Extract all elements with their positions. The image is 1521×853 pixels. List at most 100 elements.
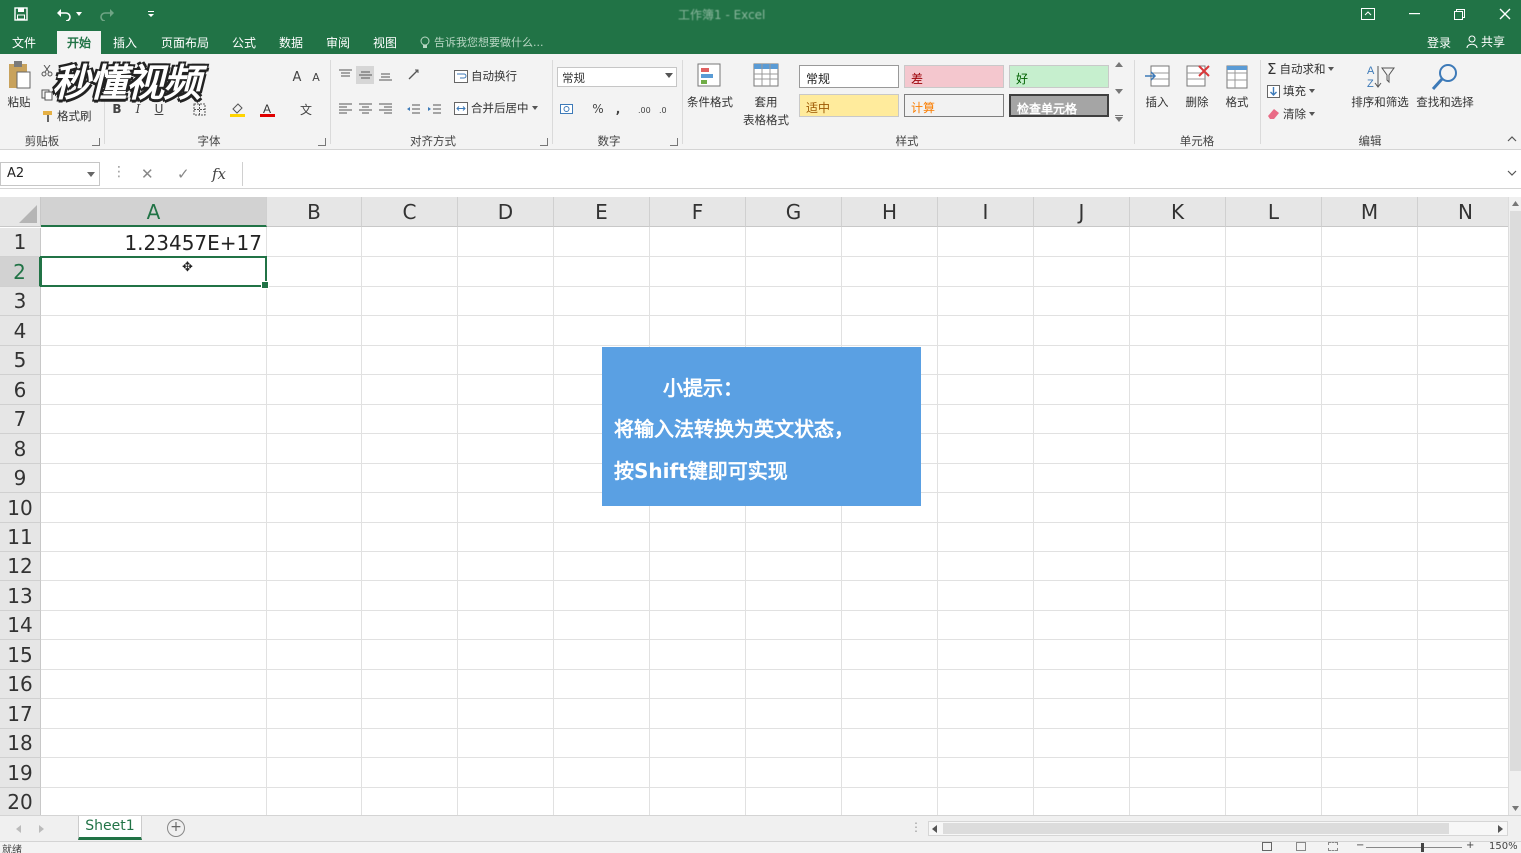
style-calculation[interactable]: 计算 — [904, 94, 1004, 117]
tab-splitter-icon[interactable]: ⋮ — [910, 820, 922, 834]
fill-button[interactable]: 填充 — [1267, 83, 1315, 99]
add-sheet-button[interactable]: + — [167, 819, 185, 837]
row-header-8[interactable]: 8 — [0, 434, 41, 464]
redo-icon[interactable] — [96, 3, 118, 25]
alignment-launcher-icon[interactable] — [540, 138, 548, 146]
tell-me-search[interactable]: 告诉我您想要做什么... — [420, 34, 544, 50]
style-check-cell[interactable]: 检查单元格 — [1009, 94, 1109, 117]
format-cells-button[interactable]: 格式 — [1217, 62, 1257, 110]
sheet-tab-sheet1[interactable]: Sheet1 — [78, 816, 142, 840]
comma-button[interactable]: , — [609, 100, 627, 118]
conditional-format-button[interactable]: 条件格式 — [684, 62, 736, 110]
normal-view-icon[interactable] — [1262, 842, 1272, 851]
zoom-slider[interactable] — [1366, 847, 1462, 848]
vertical-scroll-thumb[interactable] — [1510, 211, 1521, 771]
expand-formula-bar-icon[interactable] — [1505, 166, 1519, 180]
share-button[interactable]: 共享 — [1466, 33, 1505, 50]
align-left-icon[interactable] — [336, 100, 354, 118]
column-header-i[interactable]: I — [938, 197, 1034, 227]
row-header-14[interactable]: 14 — [0, 611, 41, 640]
zoom-slider-thumb[interactable] — [1421, 843, 1424, 852]
close-icon[interactable] — [1483, 0, 1521, 28]
horizontal-scroll-thumb[interactable] — [943, 823, 1449, 834]
align-center-icon[interactable] — [356, 100, 374, 118]
page-break-view-icon[interactable] — [1328, 842, 1338, 851]
row-header-13[interactable]: 13 — [0, 581, 41, 611]
cell-a1[interactable]: 1.23457E+17 — [41, 228, 266, 257]
page-layout-view-icon[interactable] — [1296, 842, 1306, 851]
login-link[interactable]: 登录 — [1427, 34, 1451, 51]
row-header-12[interactable]: 12 — [0, 552, 41, 581]
clipboard-launcher-icon[interactable] — [92, 138, 100, 146]
percent-button[interactable]: % — [589, 100, 607, 118]
row-header-4[interactable]: 4 — [0, 316, 41, 346]
row-header-6[interactable]: 6 — [0, 375, 41, 405]
column-header-m[interactable]: M — [1322, 197, 1418, 227]
worksheet-grid[interactable]: ABCDEFGHIJKLMN 1 2 3 4 5 6 7 8 9 10 11 12 13 14 15 16 17… — [0, 197, 1508, 815]
paste-button[interactable]: 粘贴 — [2, 60, 36, 110]
tab-page-layout[interactable]: 页面布局 — [153, 31, 217, 54]
font-color-icon[interactable]: A — [258, 100, 276, 118]
styles-gallery-scroll[interactable] — [1113, 62, 1125, 122]
merge-center-button[interactable]: 合并后居中 — [454, 100, 538, 116]
number-launcher-icon[interactable] — [670, 138, 678, 146]
cancel-icon[interactable]: ✕ — [141, 165, 154, 183]
insert-function-icon[interactable]: fx — [212, 165, 226, 183]
scroll-left-icon[interactable] — [932, 825, 937, 833]
row-header-17[interactable]: 17 — [0, 699, 41, 729]
tab-formulas[interactable]: 公式 — [224, 31, 264, 54]
clear-button[interactable]: 清除 — [1267, 106, 1315, 122]
scroll-right-icon[interactable] — [1498, 825, 1503, 833]
column-header-g[interactable]: G — [746, 197, 842, 227]
scroll-up-icon[interactable] — [1512, 201, 1519, 206]
style-neutral[interactable]: 适中 — [799, 94, 899, 117]
decrease-indent-icon[interactable] — [404, 100, 422, 118]
row-header-11[interactable]: 11 — [0, 523, 41, 552]
column-header-a[interactable]: A — [41, 197, 267, 227]
increase-font-icon[interactable]: A — [288, 68, 306, 86]
style-good[interactable]: 好 — [1009, 65, 1109, 88]
align-middle-icon[interactable] — [356, 66, 374, 84]
row-header-15[interactable]: 15 — [0, 640, 41, 670]
align-right-icon[interactable] — [376, 100, 394, 118]
row-header-3[interactable]: 3 — [0, 287, 41, 316]
column-header-e[interactable]: E — [554, 197, 650, 227]
column-header-k[interactable]: K — [1130, 197, 1226, 227]
tab-data[interactable]: 数据 — [271, 31, 311, 54]
align-bottom-icon[interactable] — [376, 66, 394, 84]
row-header-19[interactable]: 19 — [0, 758, 41, 788]
zoom-in-icon[interactable]: + — [1466, 840, 1474, 851]
tab-view[interactable]: 视图 — [365, 31, 405, 54]
row-header-20[interactable]: 20 — [0, 788, 41, 815]
decrease-font-icon[interactable]: A — [307, 68, 325, 86]
select-all-button[interactable] — [0, 197, 41, 227]
row-header-2[interactable]: 2 — [0, 257, 41, 287]
tab-home[interactable]: 开始 — [57, 31, 101, 54]
row-header-10[interactable]: 10 — [0, 493, 41, 523]
horizontal-scrollbar[interactable] — [928, 821, 1508, 836]
number-format-select[interactable]: 常规 — [557, 67, 677, 87]
column-header-d[interactable]: D — [458, 197, 554, 227]
tab-insert[interactable]: 插入 — [105, 31, 145, 54]
font-launcher-icon[interactable] — [318, 138, 326, 146]
row-header-18[interactable]: 18 — [0, 729, 41, 758]
delete-cells-button[interactable]: 删除 — [1177, 62, 1217, 110]
tab-file[interactable]: 文件 — [4, 31, 44, 54]
minimize-icon[interactable] — [1392, 0, 1436, 28]
accounting-format-icon[interactable] — [558, 100, 576, 118]
row-header-9[interactable]: 9 — [0, 464, 41, 493]
customize-qat-icon[interactable] — [143, 3, 159, 25]
wrap-text-button[interactable]: 自动换行 — [454, 68, 517, 84]
enter-icon[interactable]: ✓ — [177, 165, 190, 183]
column-header-h[interactable]: H — [842, 197, 938, 227]
insert-cells-button[interactable]: 插入 — [1137, 62, 1177, 110]
format-as-table-button[interactable]: 套用 表格格式 — [738, 62, 794, 128]
formula-input[interactable] — [242, 162, 1521, 186]
zoom-out-icon[interactable]: − — [1356, 840, 1364, 851]
zoom-level[interactable]: 150% — [1489, 841, 1518, 852]
column-header-f[interactable]: F — [650, 197, 746, 227]
row-header-7[interactable]: 7 — [0, 405, 41, 434]
row-header-5[interactable]: 5 — [0, 346, 41, 375]
ribbon-display-icon[interactable] — [1346, 0, 1390, 28]
row-header-1[interactable]: 1 — [0, 228, 41, 257]
